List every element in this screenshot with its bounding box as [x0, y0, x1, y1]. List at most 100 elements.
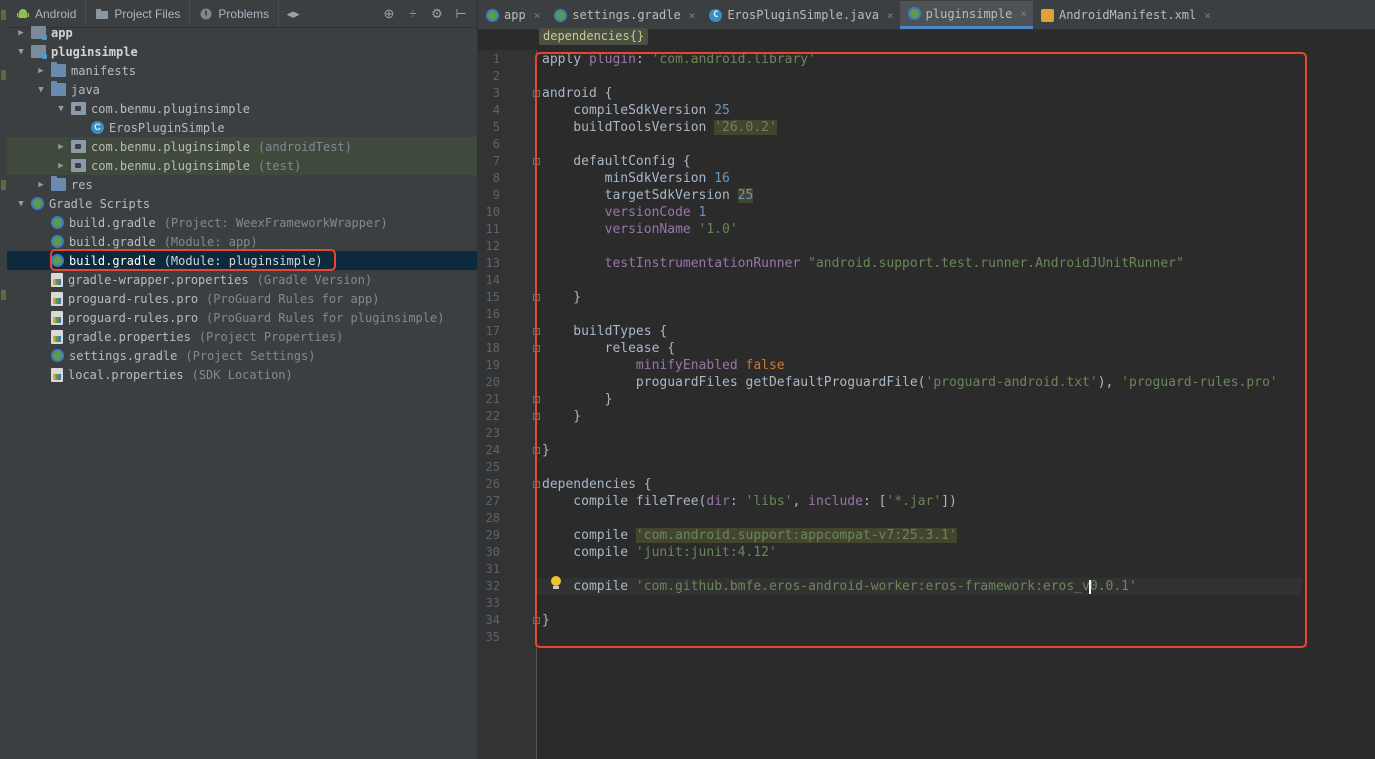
tree-item[interactable]: ▼ com.benmu.pluginsimple: [7, 99, 477, 118]
close-icon[interactable]: ×: [1020, 7, 1027, 20]
expanded-arrow-icon[interactable]: ▼: [35, 85, 47, 95]
code-line[interactable]: compile 'com.github.bmfe.eros-android-wo…: [537, 578, 1302, 595]
editor-tab[interactable]: C ErosPluginSimple.java ×: [701, 1, 899, 29]
expanded-arrow-icon[interactable]: ▼: [55, 104, 67, 114]
line-number: 8: [492, 171, 500, 185]
tree-item[interactable]: ▼ Gradle Scripts: [7, 194, 477, 213]
tree-item[interactable]: ▼ java: [7, 80, 477, 99]
gear-icon[interactable]: ⚙: [427, 5, 447, 23]
gradle-icon: [51, 349, 64, 362]
tree-item[interactable]: ▶ res: [7, 175, 477, 194]
tree-item[interactable]: ▶ manifests: [7, 61, 477, 80]
tree-item-label: java: [71, 82, 100, 97]
project-tool-icon[interactable]: [1, 10, 6, 20]
code-line[interactable]: versionName '1.0': [542, 221, 738, 238]
code-line[interactable]: buildToolsVersion '26.0.2': [542, 119, 777, 136]
tree-item-label: com.benmu.pluginsimple: [91, 101, 250, 116]
captures-tool-icon[interactable]: [1, 180, 6, 190]
line-number: 6: [492, 137, 500, 151]
code-line[interactable]: }: [542, 391, 613, 408]
structure-tool-icon[interactable]: [1, 70, 6, 80]
tree-item[interactable]: build.gradle (Module: app): [7, 232, 477, 251]
favorites-tool-icon[interactable]: [1, 290, 6, 300]
code-line[interactable]: proguardFiles getDefaultProguardFile('pr…: [542, 374, 1278, 391]
tree-item-label: build.gradle: [69, 253, 156, 268]
code-line[interactable]: compileSdkVersion 25: [542, 102, 730, 119]
editor-tab[interactable]: settings.gradle ×: [546, 1, 701, 29]
scroll-arrows-icon[interactable]: ◂▸: [283, 5, 303, 23]
tree-item[interactable]: proguard-rules.pro (ProGuard Rules for pl…: [7, 308, 477, 327]
gradle-icon: [31, 197, 44, 210]
tree-item[interactable]: settings.gradle (Project Settings): [7, 346, 477, 365]
close-icon[interactable]: ×: [534, 9, 541, 22]
tree-item[interactable]: build.gradle (Module: pluginsimple): [7, 251, 477, 270]
tree-item-label: com.benmu.pluginsimple: [91, 158, 250, 173]
target-icon[interactable]: ⊕: [379, 5, 399, 23]
tree-item[interactable]: build.gradle (Project: WeexFrameworkWrapp…: [7, 213, 477, 232]
collapsed-arrow-icon[interactable]: ▶: [35, 66, 47, 76]
expanded-arrow-icon[interactable]: ▼: [15, 47, 27, 57]
code-line[interactable]: compile fileTree(dir: 'libs', include: […: [542, 493, 957, 510]
editor-tab-label: AndroidManifest.xml: [1058, 8, 1197, 22]
code-line[interactable]: }: [542, 612, 550, 629]
hide-icon[interactable]: ⊢: [451, 5, 471, 23]
editor-tab[interactable]: app ×: [478, 1, 546, 29]
code-line[interactable]: compile 'com.android.support:appcompat-v…: [542, 527, 957, 544]
tree-item[interactable]: local.properties (SDK Location): [7, 365, 477, 384]
tree-item[interactable]: ▶ com.benmu.pluginsimple (androidTest): [7, 137, 477, 156]
expanded-arrow-icon[interactable]: ▼: [15, 199, 27, 209]
editor-tab[interactable]: AndroidManifest.xml ×: [1033, 1, 1217, 29]
code-line[interactable]: dependencies {: [542, 476, 652, 493]
collapsed-arrow-icon[interactable]: ▶: [35, 180, 47, 190]
tree-item-hint: (SDK Location): [191, 367, 293, 382]
folder-icon: [51, 176, 66, 191]
code-line[interactable]: testInstrumentationRunner "android.suppo…: [542, 255, 1184, 272]
tree-item[interactable]: proguard-rules.pro (ProGuard Rules for ap…: [7, 289, 477, 308]
tree-item[interactable]: gradle-wrapper.properties (Gradle Version…: [7, 270, 477, 289]
code-line[interactable]: minSdkVersion 16: [542, 170, 730, 187]
collapsed-arrow-icon[interactable]: ▶: [55, 161, 67, 171]
collapsed-arrow-icon[interactable]: ▶: [55, 142, 67, 152]
gradle-icon: [51, 216, 64, 229]
tree-item-hint: (Module: pluginsimple): [163, 253, 323, 268]
code-line[interactable]: apply plugin: 'com.android.library': [542, 51, 816, 68]
package-icon: [71, 159, 86, 172]
close-icon[interactable]: ×: [1204, 9, 1211, 22]
tree-item[interactable]: ▶ app: [7, 23, 477, 42]
collapsed-arrow-icon[interactable]: ▶: [15, 28, 27, 38]
tree-item[interactable]: gradle.properties (Project Properties): [7, 327, 477, 346]
line-number: 11: [485, 222, 500, 236]
line-number: 16: [485, 307, 500, 321]
tree-item-hint: (ProGuard Rules for pluginsimple): [206, 310, 445, 325]
line-number: 21: [485, 392, 500, 406]
lightbulb-icon[interactable]: [550, 576, 562, 591]
folder-icon: [51, 62, 66, 77]
gutter: 1 2 3 4 5 6 7 8 9 10 11 12 13 14 15 16 17 18 19 20 21 22 23 24 2…: [478, 50, 540, 759]
editor-tab-label: settings.gradle: [572, 8, 681, 22]
code-line[interactable]: android {: [542, 85, 612, 102]
line-number: 3: [492, 86, 500, 100]
line-number: 32: [485, 579, 500, 593]
tree-item[interactable]: ▶ com.benmu.pluginsimple (test): [7, 156, 477, 175]
editor-tab[interactable]: pluginsimple ×: [899, 1, 1033, 29]
breadcrumb[interactable]: dependencies{}: [539, 28, 649, 45]
close-icon[interactable]: ×: [887, 9, 894, 22]
code-line[interactable]: targetSdkVersion 25: [542, 187, 754, 204]
code-line[interactable]: }: [542, 408, 581, 425]
close-icon[interactable]: ×: [689, 9, 696, 22]
code-line[interactable]: buildTypes {: [542, 323, 667, 340]
code-line[interactable]: defaultConfig {: [542, 153, 690, 170]
gradle-icon: [486, 8, 499, 22]
collapse-icon[interactable]: ÷: [403, 5, 423, 23]
tree-item[interactable]: C ErosPluginSimple: [7, 118, 477, 137]
line-number: 5: [492, 120, 500, 134]
code-line[interactable]: minifyEnabled false: [542, 357, 785, 374]
code-line[interactable]: }: [542, 289, 581, 306]
code-line[interactable]: }: [542, 442, 550, 459]
module-icon: [31, 26, 47, 40]
code-line[interactable]: compile 'junit:junit:4.12': [542, 544, 777, 561]
code-line[interactable]: release {: [542, 340, 675, 357]
tree-item[interactable]: ▼ pluginsimple: [7, 42, 477, 61]
tab-android-label: Android: [35, 6, 77, 21]
code-line[interactable]: versionCode 1: [542, 204, 707, 221]
